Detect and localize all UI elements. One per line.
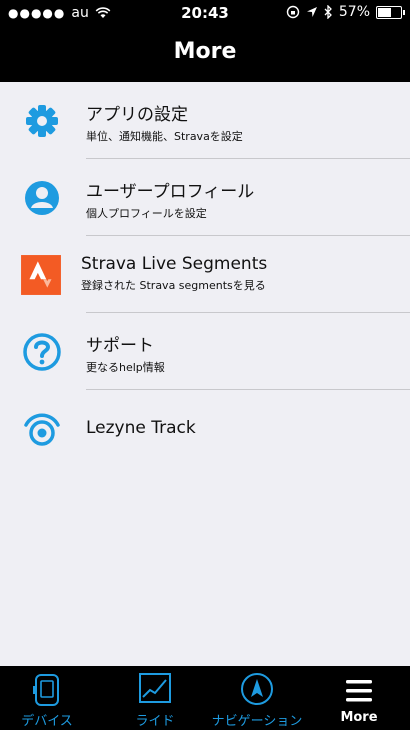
tab-navigation[interactable]: ナビゲーション — [205, 666, 309, 730]
user-icon — [25, 181, 59, 215]
more-menu-list: アプリの設定 単位、通知機能、Stravaを設定 ユーザープロフィール 個人プロ… — [0, 82, 410, 467]
battery-percent: 57% — [338, 4, 370, 20]
tab-label: ナビゲーション — [211, 714, 303, 729]
tab-label: ライド — [135, 714, 175, 729]
menu-item-lezyne-track[interactable]: Lezyne Track — [0, 390, 410, 467]
nav-bar: More — [0, 26, 410, 82]
tab-label: デバイス — [21, 714, 73, 729]
track-icon — [24, 413, 60, 446]
device-icon — [33, 674, 59, 706]
navigation-icon — [241, 673, 273, 705]
menu-item-subtitle: 単位、通知機能、Stravaを設定 — [86, 130, 243, 143]
menu-item-title: Lezyne Track — [86, 418, 196, 438]
menu-item-subtitle: 個人プロフィールを設定 — [86, 207, 207, 220]
tab-more[interactable]: More — [314, 666, 404, 730]
menu-item-text: サポート 更なるhelp情報 — [86, 331, 165, 375]
menu-item-support[interactable]: サポート 更なるhelp情報 — [0, 313, 410, 390]
menu-item-app-settings[interactable]: アプリの設定 単位、通知機能、Stravaを設定 — [0, 82, 410, 159]
strava-icon — [21, 255, 61, 295]
status-bar: ●●●●● au 20:43 57% — [0, 0, 410, 26]
menu-item-text: アプリの設定 単位、通知機能、Stravaを設定 — [86, 100, 243, 144]
location-arrow-icon — [306, 7, 317, 17]
menu-item-title: サポート — [86, 336, 154, 356]
battery-fill — [378, 7, 391, 17]
tab-ride[interactable]: ライド — [108, 666, 202, 730]
tab-label: More — [340, 710, 378, 725]
menu-item-title: ユーザープロフィール — [86, 182, 255, 202]
tab-bar: デバイス ライド ナビゲーション More — [0, 666, 410, 730]
menu-item-subtitle: 更なるhelp情報 — [86, 361, 165, 374]
menu-item-strava-live-segments[interactable]: Strava Live Segments 登録された Strava segmen… — [0, 236, 410, 313]
menu-item-title: Strava Live Segments — [81, 254, 268, 274]
menu-item-text: ユーザープロフィール 個人プロフィールを設定 — [86, 177, 254, 221]
menu-item-text: Strava Live Segments 登録された Strava segmen… — [81, 254, 267, 293]
menu-item-title: アプリの設定 — [86, 105, 188, 125]
page-title: More — [173, 39, 237, 64]
menu-item-subtitle: 登録された Strava segmentsを見る — [81, 279, 266, 292]
question-icon — [23, 333, 61, 371]
bluetooth-icon — [324, 5, 332, 19]
menu-item-user-profile[interactable]: ユーザープロフィール 個人プロフィールを設定 — [0, 159, 410, 236]
chart-icon — [139, 673, 171, 703]
status-right: 57% — [286, 4, 405, 20]
rotation-lock-icon — [286, 5, 300, 19]
tab-device[interactable]: デバイス — [0, 666, 94, 730]
menu-icon — [346, 680, 372, 702]
gear-icon — [26, 105, 58, 137]
battery-icon — [376, 5, 405, 19]
